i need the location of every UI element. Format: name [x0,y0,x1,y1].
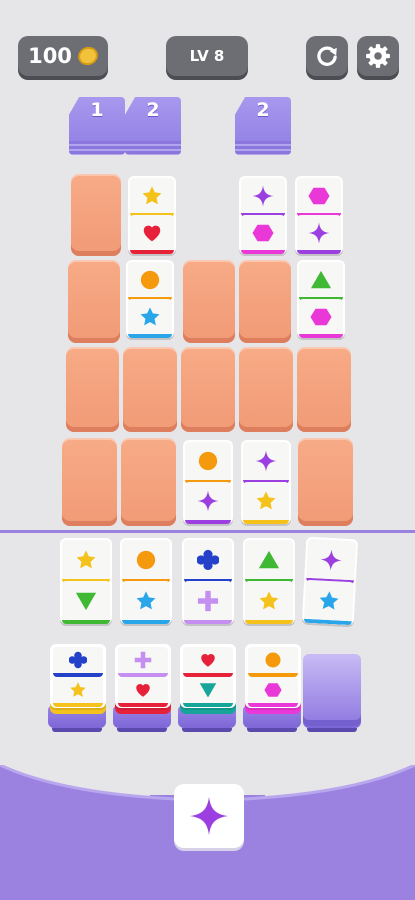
domino-tile[interactable] [241,440,291,524]
tray-domino[interactable] [120,538,172,624]
star-icon [259,590,279,609]
tile-stack-3[interactable]: 2 [235,97,291,155]
board-separator [0,530,415,533]
star-icon [142,185,162,204]
triangle-down-icon [199,683,217,698]
circle-icon [136,550,156,569]
star-icon [319,590,339,610]
tray-domino[interactable] [243,538,295,624]
star-icon [256,491,276,510]
slot-domino[interactable] [245,644,301,708]
hidden-tile [66,347,119,432]
slot-domino[interactable] [115,644,171,708]
sparkle-icon [308,221,330,244]
restart-icon [317,46,337,66]
domino-tile[interactable] [297,260,345,338]
hidden-tile [297,347,351,432]
stack-count: 2 [256,99,270,121]
hidden-tile [183,260,235,343]
domino-tile[interactable] [128,176,176,254]
domino-tile[interactable] [239,176,287,254]
hidden-tile [62,438,117,526]
tray-domino[interactable] [182,538,234,624]
stack-count: 1 [90,99,104,121]
heart-icon [136,684,150,697]
circle-icon [198,451,218,471]
level-indicator: LV 8 [166,36,248,76]
hexagon-icon [310,308,332,325]
hexagon-icon [252,224,274,241]
heart-icon [143,225,161,241]
hidden-tile [123,347,177,432]
sparkle-icon [252,184,274,207]
star-icon [76,549,96,568]
hexagon-icon [264,683,282,697]
plus-icon [197,590,219,611]
domino-tile[interactable] [183,440,233,524]
plus-icon [134,651,152,669]
tray-domino[interactable] [60,538,112,624]
slot-domino[interactable] [50,644,106,708]
restart-button[interactable] [306,36,348,76]
hexagon-icon [308,187,330,204]
coin-icon [75,44,101,68]
slot-domino[interactable] [180,644,236,708]
star-icon [140,306,160,325]
next-tile[interactable] [174,784,244,848]
gear-icon [366,44,390,68]
sparkle-icon [320,548,343,571]
tile-stack-1[interactable]: 1 [69,97,125,155]
triangle-down-icon [75,592,97,610]
clover-icon [69,651,87,669]
domino-tile[interactable] [295,176,343,254]
domino-tile[interactable] [126,260,174,338]
empty-slot[interactable] [303,654,361,726]
hidden-tile [181,347,235,432]
triangle-icon [258,550,280,568]
stack-count: 2 [146,99,160,121]
coin-count: 100 [28,44,72,68]
hidden-tile [239,347,293,432]
heart-icon [201,654,215,667]
star-icon [136,590,156,609]
coin-counter: 100 [18,36,108,76]
triangle-icon [310,270,332,288]
sparkle-icon [197,490,219,512]
star-icon [70,682,86,697]
circle-icon [265,652,281,668]
tray-domino[interactable] [301,536,359,626]
circle-icon [140,270,160,289]
settings-button[interactable] [357,36,399,76]
clover-icon [197,549,219,570]
sparkle-icon [189,796,229,836]
sparkle-icon [255,450,277,472]
hidden-tile [239,260,291,343]
hidden-tile [68,260,120,343]
hidden-tile [71,174,121,256]
level-label: LV 8 [189,47,225,65]
hidden-tile [298,438,353,526]
tile-stack-2[interactable]: 2 [125,97,181,155]
hidden-tile [121,438,176,526]
